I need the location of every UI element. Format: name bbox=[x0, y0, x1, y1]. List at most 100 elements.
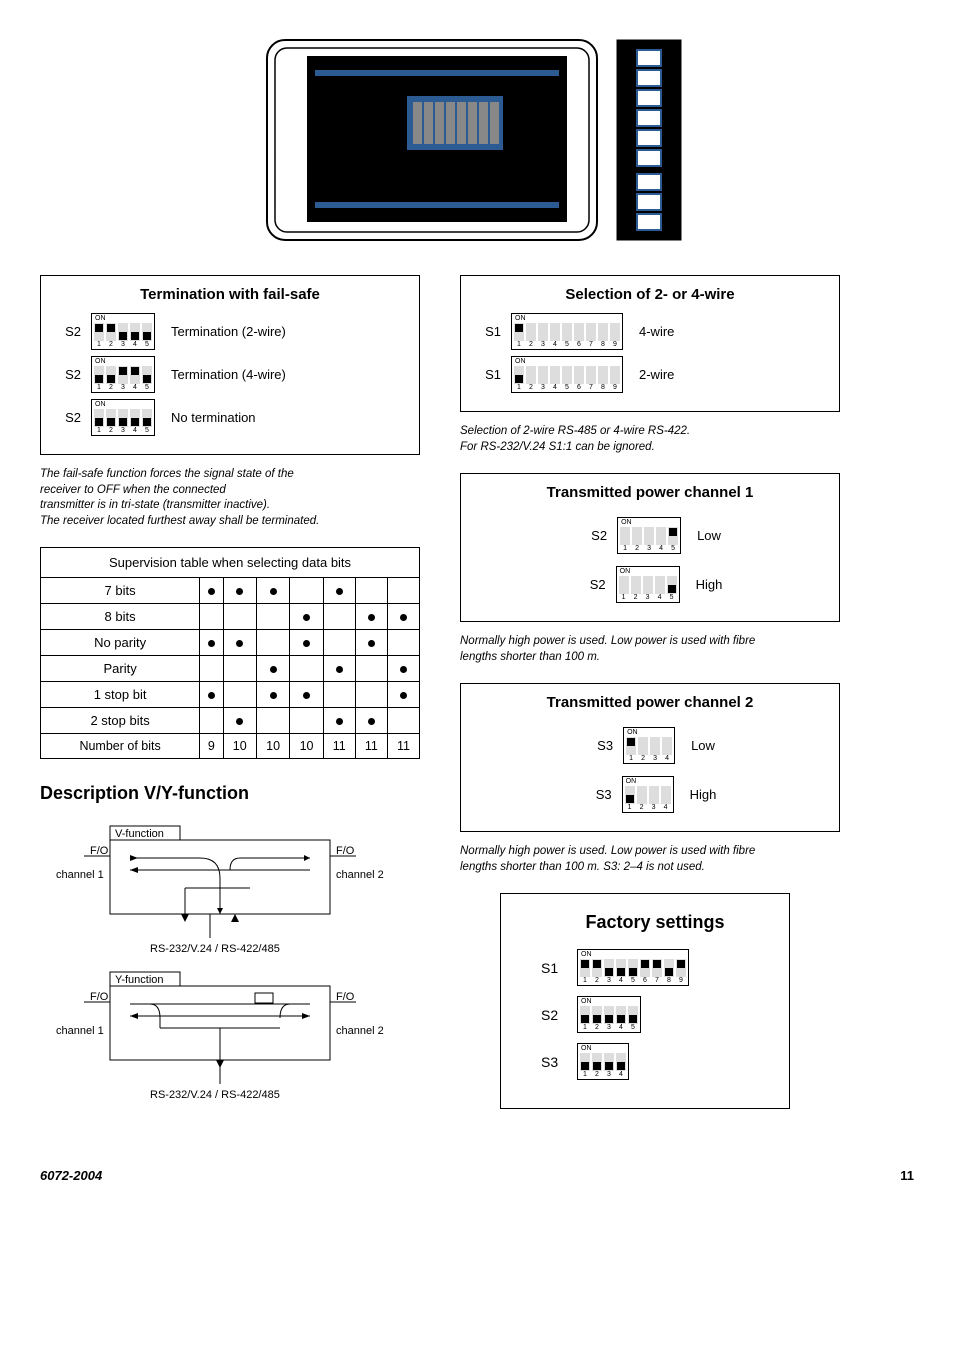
dip-row: S3 ON 1234 High bbox=[584, 776, 717, 813]
table-row-label: No parity bbox=[41, 630, 200, 656]
dip-switch-box: ON 1234 bbox=[577, 1043, 629, 1080]
table-row-label: 2 stop bits bbox=[41, 708, 200, 734]
factory-row: S3 ON 1234 bbox=[541, 1043, 769, 1080]
dip-switch bbox=[652, 959, 662, 977]
vy-diagram: V-function F/O F/O channel 1 chan bbox=[40, 818, 420, 1128]
svg-text:RS-232/V.24 / RS-422/485: RS-232/V.24 / RS-422/485 bbox=[150, 1089, 280, 1101]
factory-title: Factory settings bbox=[541, 912, 769, 933]
dip-switch-box: ON 12345 bbox=[91, 399, 155, 436]
dip-switch bbox=[118, 366, 128, 384]
dip-switch bbox=[631, 576, 641, 594]
dip-switch bbox=[580, 1006, 590, 1024]
tx1-title: Transmitted power channel 1 bbox=[473, 484, 827, 501]
dip-switch bbox=[632, 527, 642, 545]
factory-row: S2 ON 12345 bbox=[541, 996, 769, 1033]
dip-switch bbox=[661, 786, 671, 804]
page-number: 11 bbox=[900, 1168, 914, 1183]
dip-switch bbox=[538, 366, 548, 384]
wire-selection-panel: Selection of 2- or 4-wire S1 ON 12345678… bbox=[460, 275, 840, 412]
dip-switch bbox=[94, 366, 104, 384]
dip-switch bbox=[616, 959, 626, 977]
dip-switch bbox=[580, 1053, 590, 1071]
dip-switch bbox=[550, 366, 560, 384]
dip-switch bbox=[586, 323, 596, 341]
dip-switch bbox=[676, 959, 686, 977]
svg-text:V-function: V-function bbox=[115, 828, 164, 840]
termination-panel: Termination with fail-safe S2 ON 12345 T… bbox=[40, 275, 420, 455]
dip-switch bbox=[130, 366, 140, 384]
supervision-table: Supervision table when selecting data bi… bbox=[40, 547, 420, 759]
table-cell: 11 bbox=[323, 734, 355, 759]
dip-switch bbox=[638, 737, 648, 755]
dip-switch-box: ON 12345 bbox=[91, 356, 155, 393]
dip-description: Low bbox=[697, 528, 721, 543]
dip-switch bbox=[94, 323, 104, 341]
svg-text:channel 1: channel 1 bbox=[56, 869, 104, 881]
dip-switch bbox=[620, 527, 630, 545]
dip-switch bbox=[616, 1053, 626, 1071]
dip-switch bbox=[550, 323, 560, 341]
wire-selection-rows: S1 ON 123456789 4-wire S1 ON 123456789 2… bbox=[473, 313, 827, 393]
dip-switch bbox=[628, 1006, 638, 1024]
dip-switch bbox=[655, 576, 665, 594]
dip-switch bbox=[604, 1053, 614, 1071]
wire-selection-title: Selection of 2- or 4-wire bbox=[473, 286, 827, 303]
dip-switch bbox=[562, 366, 572, 384]
dip-row: S2 ON 12345 Termination (2-wire) bbox=[53, 313, 407, 350]
dip-description: 4-wire bbox=[639, 324, 674, 339]
dip-switch bbox=[656, 527, 666, 545]
dip-switch bbox=[628, 959, 638, 977]
dip-switch bbox=[526, 323, 536, 341]
dip-switch bbox=[668, 527, 678, 545]
dip-switch bbox=[106, 323, 116, 341]
dip-description: High bbox=[690, 787, 717, 802]
switch-label: S3 bbox=[584, 787, 612, 802]
dip-switch bbox=[130, 323, 140, 341]
supervision-title: Supervision table when selecting data bi… bbox=[41, 548, 420, 578]
doc-id: 6072-2004 bbox=[40, 1168, 102, 1183]
dip-switch bbox=[592, 1053, 602, 1071]
dip-switch bbox=[574, 366, 584, 384]
switch-label: S2 bbox=[578, 577, 606, 592]
dip-switch bbox=[142, 366, 152, 384]
tx1-caption: Normally high power is used. Low power i… bbox=[460, 634, 840, 665]
dip-switch bbox=[604, 959, 614, 977]
dip-switch bbox=[604, 1006, 614, 1024]
dip-switch bbox=[619, 576, 629, 594]
dip-switch bbox=[664, 959, 674, 977]
dip-switch-box: ON 1234 bbox=[623, 727, 675, 764]
dip-switch bbox=[643, 576, 653, 594]
dip-switch bbox=[598, 323, 608, 341]
dip-description: Termination (4-wire) bbox=[171, 367, 286, 382]
tx2-caption: Normally high power is used. Low power i… bbox=[460, 844, 840, 875]
table-cell: 10 bbox=[256, 734, 289, 759]
dip-switch-box: ON 1234 bbox=[622, 776, 674, 813]
dip-switch bbox=[574, 323, 584, 341]
dip-switch bbox=[598, 366, 608, 384]
dip-description: 2-wire bbox=[639, 367, 674, 382]
dip-row: S2 ON 12345 Low bbox=[579, 517, 721, 554]
switch-label: S2 bbox=[541, 1007, 563, 1023]
table-row-label: 1 stop bit bbox=[41, 682, 200, 708]
dip-switch bbox=[649, 786, 659, 804]
dip-switch bbox=[625, 786, 635, 804]
dip-switch bbox=[616, 1006, 626, 1024]
factory-rows: S1 ON 123456789 S2 ON 12345 S3 ON 1234 bbox=[541, 949, 769, 1080]
table-cell: 10 bbox=[290, 734, 323, 759]
dip-switch bbox=[592, 959, 602, 977]
dip-switch bbox=[526, 366, 536, 384]
svg-text:F/O: F/O bbox=[90, 845, 109, 857]
dip-switch bbox=[562, 323, 572, 341]
dip-switch-box: ON 12345 bbox=[617, 517, 681, 554]
dip-switch bbox=[142, 323, 152, 341]
tx1-panel: Transmitted power channel 1 S2 ON 12345 … bbox=[460, 473, 840, 622]
dip-description: Low bbox=[691, 738, 715, 753]
svg-text:channel 2: channel 2 bbox=[336, 869, 384, 881]
table-row-label: Number of bits bbox=[41, 734, 200, 759]
dip-switch bbox=[118, 409, 128, 427]
dip-switch bbox=[626, 737, 636, 755]
tx2-title: Transmitted power channel 2 bbox=[473, 694, 827, 711]
table-cell: 11 bbox=[387, 734, 419, 759]
svg-text:F/O: F/O bbox=[336, 845, 355, 857]
dip-switch bbox=[142, 409, 152, 427]
